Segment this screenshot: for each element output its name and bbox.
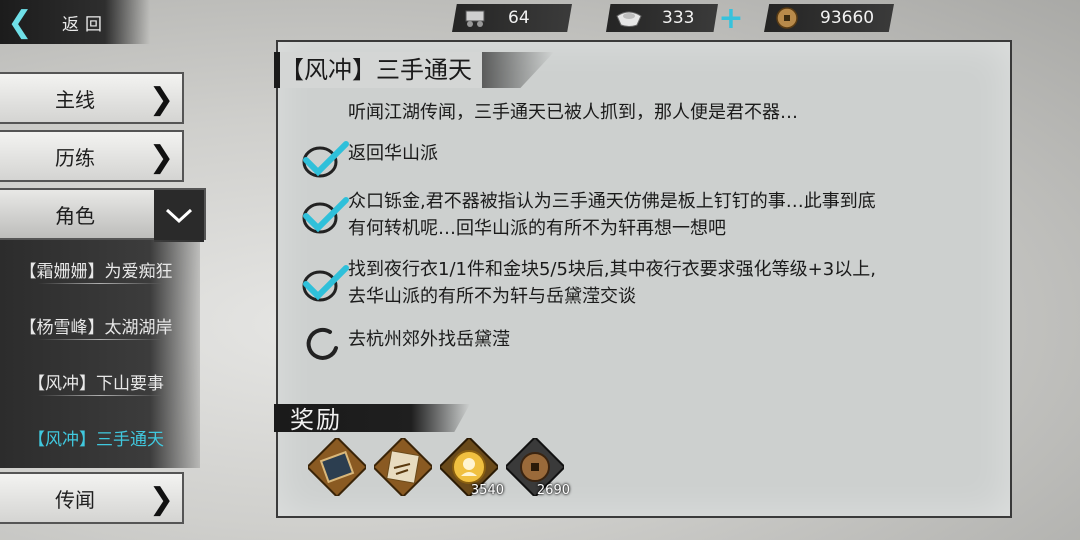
- in-progress-circle-icon: [300, 324, 350, 364]
- resource-value: 64: [508, 8, 530, 28]
- checkmark-icon: [300, 140, 350, 180]
- checkmark-icon: [300, 264, 350, 304]
- sidebar-item-label: 角色: [55, 203, 95, 228]
- quest-list-label: 【风冲】三手通天: [28, 429, 164, 450]
- back-button[interactable]: ❮ 返回: [0, 0, 150, 44]
- sidebar-item-character[interactable]: 角色: [0, 188, 206, 242]
- sidebar-item-label: 传闻: [55, 487, 95, 512]
- reward-item[interactable]: 3540: [437, 435, 504, 499]
- resource-cart: 64: [452, 4, 572, 32]
- quest-title: 【风冲】三手通天: [280, 52, 482, 88]
- silver-ingot-icon: [614, 6, 644, 30]
- chevron-right-icon: ❯: [148, 482, 174, 517]
- quest-step-line: 找到夜行衣1/1件和金块5/5块后,其中夜行衣要求强化等级+3以上,: [348, 259, 876, 280]
- divider: [38, 283, 162, 284]
- quest-step-line: 去华山派的有所不为轩与岳黛滢交谈: [348, 286, 636, 307]
- sidebar-item-main[interactable]: 主线 ❯: [0, 72, 184, 124]
- back-label: 返回: [62, 14, 108, 35]
- quest-step-text: 去杭州郊外找岳黛滢: [348, 326, 510, 353]
- quest-step-line: 众口铄金,君不器被指认为三手通天仿佛是板上钉钉的事…此事到底: [348, 191, 876, 212]
- reward-title: 奖励: [290, 406, 342, 434]
- reward-count: 3540: [470, 483, 504, 498]
- sidebar-item-training[interactable]: 历练 ❯: [0, 130, 184, 182]
- divider: [38, 395, 162, 396]
- sidebar-item-label: 历练: [55, 145, 95, 170]
- resource-value: 333: [662, 8, 695, 28]
- quest-list-label: 【杨雪峰】太湖湖岸: [19, 317, 173, 338]
- quest-list-label: 【风冲】下山要事: [28, 373, 164, 394]
- chevron-right-icon: ❯: [148, 82, 174, 117]
- quest-step-line: 有何转机呢…回华山派的有所不为轩再想一想吧: [348, 218, 726, 239]
- checkmark-icon: [300, 196, 350, 236]
- resource-value: 93660: [820, 8, 875, 28]
- quest-step-text: 找到夜行衣1/1件和金块5/5块后,其中夜行衣要求强化等级+3以上, 去华山派的…: [348, 256, 876, 310]
- quest-list-item[interactable]: 【霜姗姗】为爱痴狂: [0, 242, 192, 296]
- quest-step-text: 返回华山派: [348, 140, 438, 167]
- quest-list-item[interactable]: 【杨雪峰】太湖湖岸: [0, 298, 192, 352]
- quest-list-item[interactable]: 【风冲】下山要事: [0, 354, 192, 408]
- cart-icon: [460, 6, 490, 30]
- sidebar-item-rumors[interactable]: 传闻 ❯: [0, 472, 184, 524]
- quest-intro: 听闻江湖传闻，三手通天已被人抓到，那人便是君不器…: [348, 102, 798, 123]
- chevron-right-icon: ❯: [148, 140, 174, 175]
- sidebar-item-label: 主线: [55, 87, 95, 112]
- copper-coin-icon: [772, 6, 802, 30]
- martial-manual-icon: [371, 435, 435, 500]
- reward-item[interactable]: 2690: [503, 435, 570, 499]
- reward-item[interactable]: [371, 435, 435, 499]
- reward-item[interactable]: [305, 435, 369, 499]
- book-icon: [305, 435, 369, 500]
- back-arrow-icon: ❮: [7, 4, 33, 40]
- quest-step-line: 返回华山派: [348, 143, 438, 164]
- quest-step-line: 去杭州郊外找岳黛滢: [348, 329, 510, 350]
- add-silver-button[interactable]: +: [718, 4, 744, 34]
- resource-silver: 333: [606, 4, 718, 32]
- chevron-down-icon: [154, 190, 204, 242]
- reward-count: 2690: [536, 483, 570, 498]
- quest-list-item-active[interactable]: 【风冲】三手通天: [0, 410, 192, 464]
- quest-list-label: 【霜姗姗】为爱痴狂: [19, 261, 173, 282]
- resource-coin: 93660: [764, 4, 894, 32]
- quest-step-text: 众口铄金,君不器被指认为三手通天仿佛是板上钉钉的事…此事到底 有何转机呢…回华山…: [348, 188, 876, 242]
- divider: [38, 339, 162, 340]
